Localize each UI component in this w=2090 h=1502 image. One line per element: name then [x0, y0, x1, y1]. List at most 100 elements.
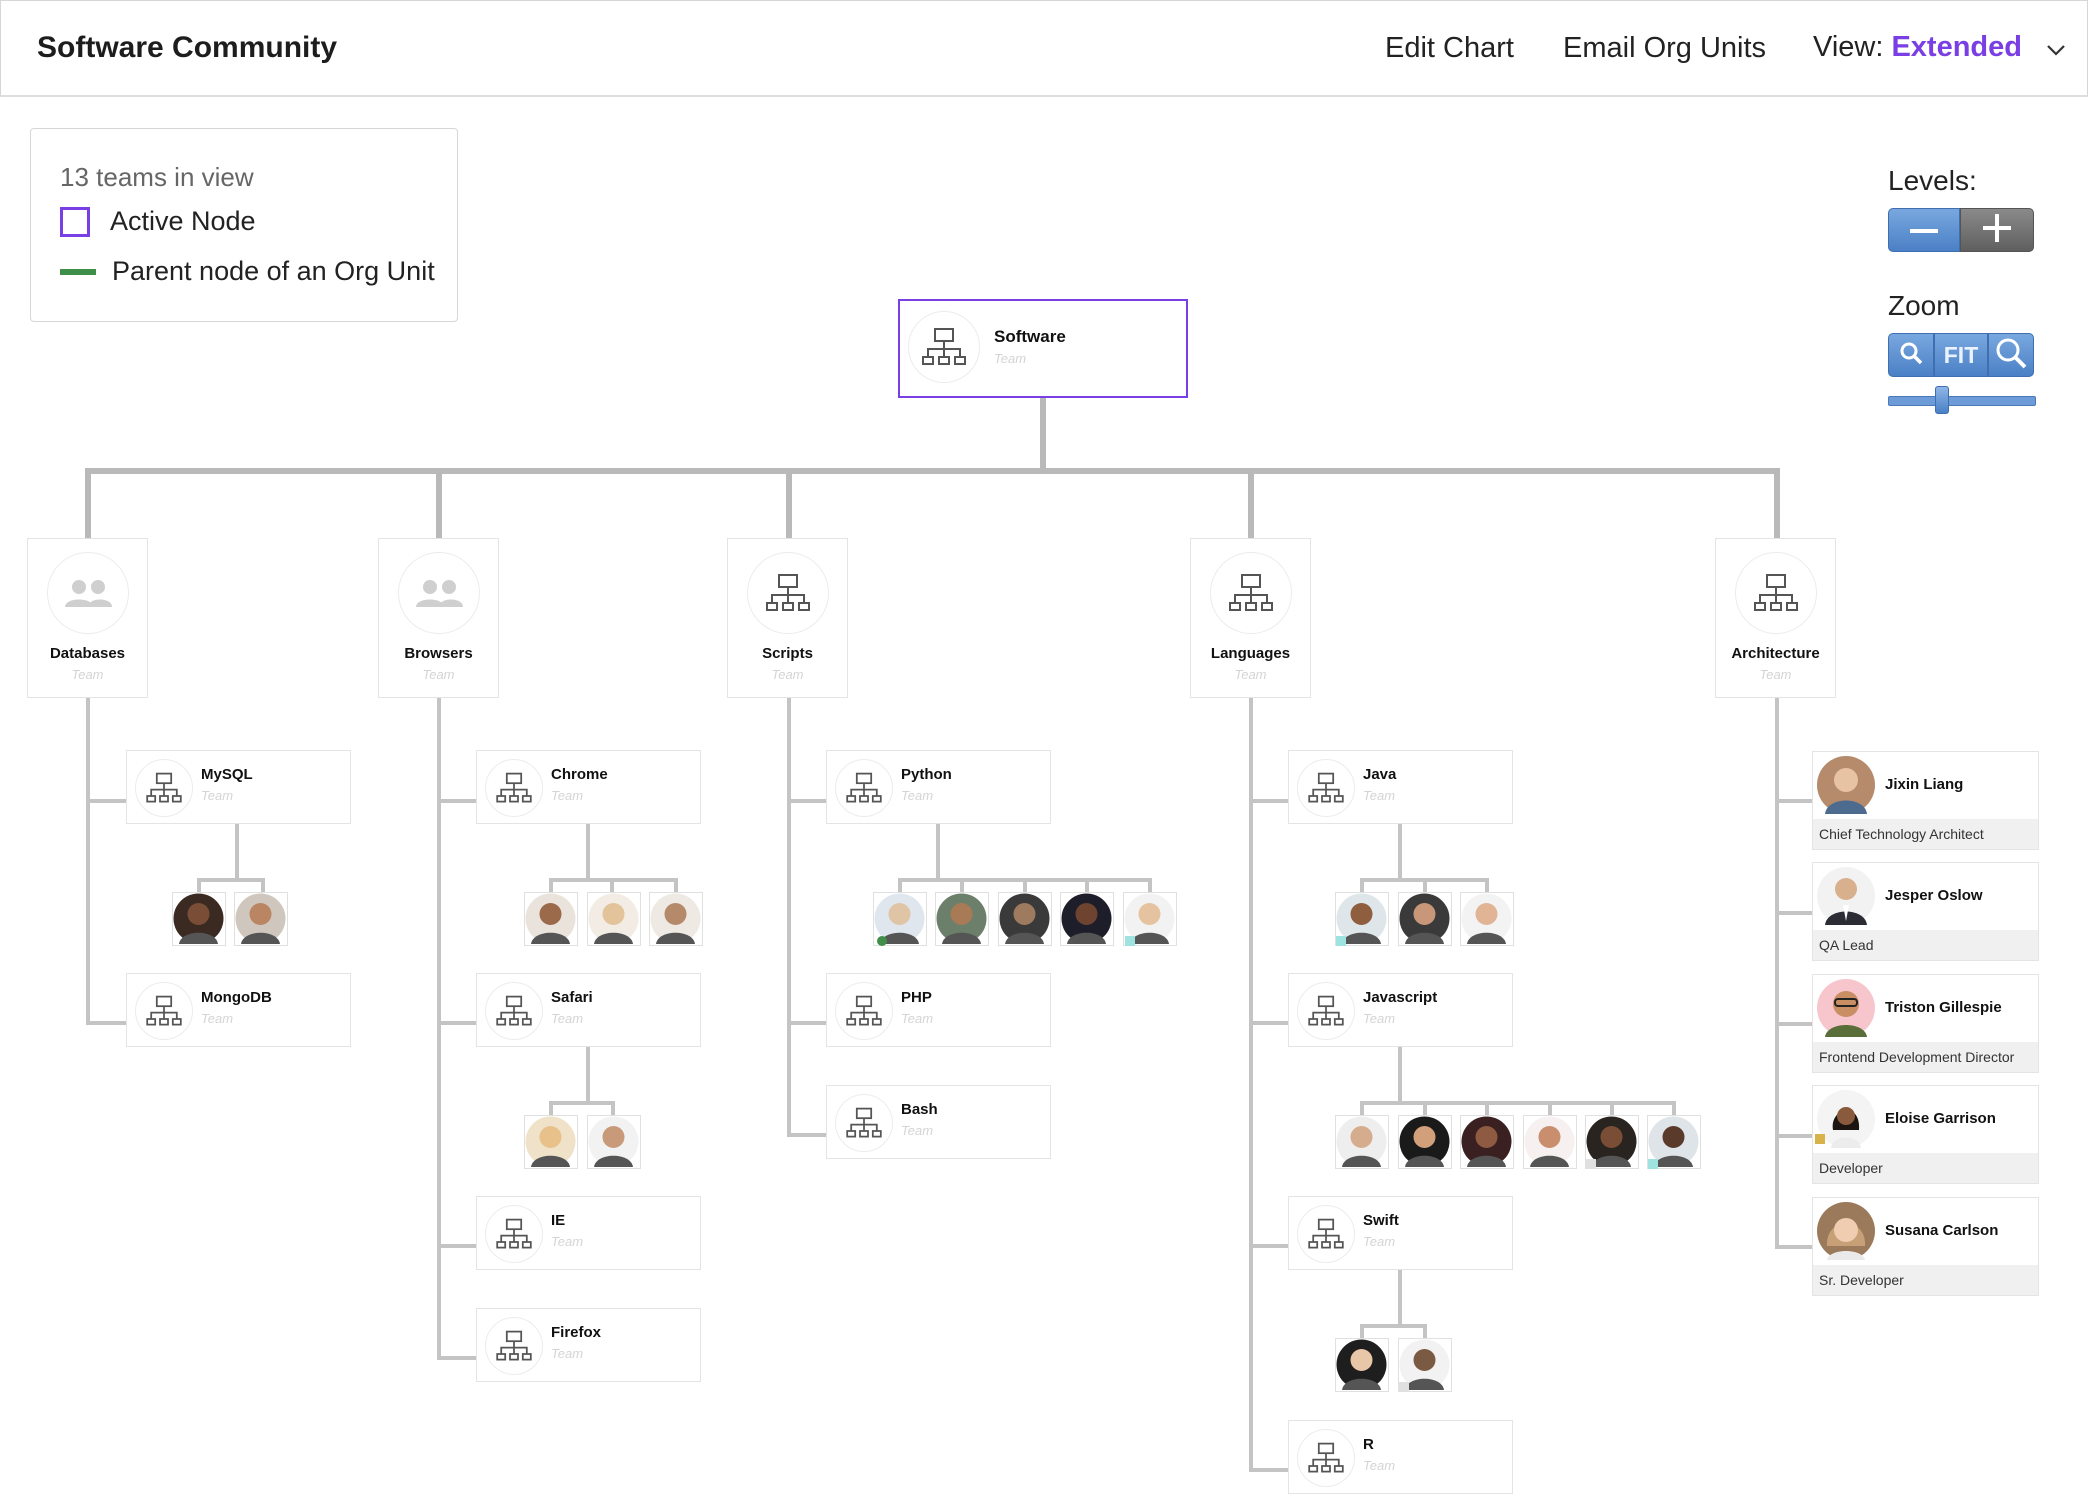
status-marker — [1648, 1159, 1658, 1169]
person-photo — [1817, 979, 1875, 1037]
group-name: Databases — [49, 645, 126, 662]
member-avatar[interactable] — [1398, 1115, 1452, 1169]
member-avatar[interactable] — [524, 892, 578, 946]
root-node-name: Software — [994, 327, 1066, 346]
person-name: Jesper Oslow — [1885, 887, 1983, 904]
group-node-databases[interactable]: Databases Team — [27, 538, 148, 698]
team-node-chrome[interactable]: Chrome Team — [476, 750, 701, 824]
team-node-bash[interactable]: Bash Team — [826, 1085, 1051, 1159]
person-role: Chief Technology Architect — [1813, 819, 2038, 849]
org-chart-icon — [135, 759, 193, 817]
team-node-java[interactable]: Java Team — [1288, 750, 1513, 824]
team-node-r[interactable]: R Team — [1288, 1420, 1513, 1494]
group-name: Browsers — [404, 645, 473, 662]
org-chart-icon — [1209, 552, 1292, 634]
team-type: Team — [201, 788, 234, 803]
group-node-browsers[interactable]: Browsers Team — [378, 538, 499, 698]
org-chart-icon — [485, 759, 543, 817]
org-chart-icon — [485, 1205, 543, 1263]
group-type: Team — [422, 667, 455, 682]
team-type: Team — [1363, 788, 1396, 803]
people-icon — [397, 552, 480, 634]
team-name: Chrome — [551, 766, 608, 783]
team-type: Team — [1363, 1011, 1396, 1026]
status-marker — [1125, 936, 1135, 946]
person-card[interactable]: Jesper Oslow QA Lead — [1812, 862, 2039, 961]
team-node-php[interactable]: PHP Team — [826, 973, 1051, 1047]
team-node-mongodb[interactable]: MongoDB Team — [126, 973, 351, 1047]
team-node-mysql[interactable]: MySQL Team — [126, 750, 351, 824]
member-avatar[interactable] — [234, 892, 288, 946]
org-chart-icon — [1297, 982, 1355, 1040]
team-name: Safari — [551, 989, 593, 1006]
person-name: Jixin Liang — [1885, 776, 1964, 793]
member-avatar[interactable] — [1335, 1115, 1389, 1169]
person-card[interactable]: Jixin Liang Chief Technology Architect — [1812, 751, 2039, 850]
group-type: Team — [1234, 667, 1267, 682]
status-marker — [1815, 1134, 1825, 1144]
org-chart-icon — [1297, 759, 1355, 817]
group-name: Architecture — [1731, 645, 1820, 662]
group-node-languages[interactable]: Languages Team — [1190, 538, 1311, 698]
root-node-type: Team — [994, 351, 1027, 366]
member-avatar[interactable] — [1460, 1115, 1514, 1169]
member-avatar[interactable] — [1060, 892, 1114, 946]
team-name: PHP — [901, 989, 932, 1006]
member-avatar[interactable] — [1460, 892, 1514, 946]
status-marker — [877, 936, 887, 946]
member-avatar[interactable] — [935, 892, 989, 946]
team-name: Javascript — [1363, 989, 1438, 1006]
team-node-firefox[interactable]: Firefox Team — [476, 1308, 701, 1382]
team-node-swift[interactable]: Swift Team — [1288, 1196, 1513, 1270]
root-node-software[interactable]: Software Team — [898, 299, 1188, 398]
group-type: Team — [1759, 667, 1792, 682]
org-chart-icon — [908, 311, 980, 383]
member-avatar[interactable] — [998, 892, 1052, 946]
org-chart-icon — [1734, 552, 1817, 634]
team-node-ie[interactable]: IE Team — [476, 1196, 701, 1270]
person-photo — [1817, 1090, 1875, 1148]
team-node-python[interactable]: Python Team — [826, 750, 1051, 824]
person-photo — [1817, 867, 1875, 925]
team-type: Team — [551, 1011, 584, 1026]
team-name: Python — [901, 766, 952, 783]
member-avatar[interactable] — [587, 892, 641, 946]
team-type: Team — [901, 788, 934, 803]
member-avatar[interactable] — [1523, 1115, 1577, 1169]
org-chart-icon — [746, 552, 829, 634]
person-card[interactable]: Eloise Garrison Developer — [1812, 1085, 2039, 1184]
member-avatar[interactable] — [587, 1115, 641, 1169]
person-role: QA Lead — [1813, 930, 2038, 960]
member-avatar[interactable] — [1398, 892, 1452, 946]
member-avatar[interactable] — [524, 1115, 578, 1169]
org-chart-icon — [135, 982, 193, 1040]
people-icon — [46, 552, 129, 634]
team-type: Team — [551, 788, 584, 803]
team-node-safari[interactable]: Safari Team — [476, 973, 701, 1047]
person-role: Developer — [1813, 1153, 2038, 1183]
member-avatar[interactable] — [1335, 1338, 1389, 1392]
person-name: Triston Gillespie — [1885, 999, 2002, 1016]
group-node-scripts[interactable]: Scripts Team — [727, 538, 848, 698]
person-card[interactable]: Susana Carlson Sr. Developer — [1812, 1197, 2039, 1296]
person-photo — [1817, 1202, 1875, 1260]
person-role: Frontend Development Director — [1813, 1042, 2038, 1072]
group-node-architecture[interactable]: Architecture Team — [1715, 538, 1836, 698]
org-chart-icon — [835, 982, 893, 1040]
org-chart-icon — [1297, 1429, 1355, 1487]
status-marker — [1586, 1159, 1596, 1169]
team-name: MySQL — [201, 766, 253, 783]
group-type: Team — [771, 667, 804, 682]
org-chart-icon — [835, 1094, 893, 1152]
org-chart-icon — [835, 759, 893, 817]
person-name: Eloise Garrison — [1885, 1110, 1996, 1127]
person-card[interactable]: Triston Gillespie Frontend Development D… — [1812, 974, 2039, 1073]
team-type: Team — [1363, 1234, 1396, 1249]
status-marker — [1336, 936, 1346, 946]
person-photo — [1817, 756, 1875, 814]
person-name: Susana Carlson — [1885, 1222, 1999, 1239]
team-node-javascript[interactable]: Javascript Team — [1288, 973, 1513, 1047]
group-name: Languages — [1210, 645, 1291, 662]
member-avatar[interactable] — [172, 892, 226, 946]
member-avatar[interactable] — [649, 892, 703, 946]
